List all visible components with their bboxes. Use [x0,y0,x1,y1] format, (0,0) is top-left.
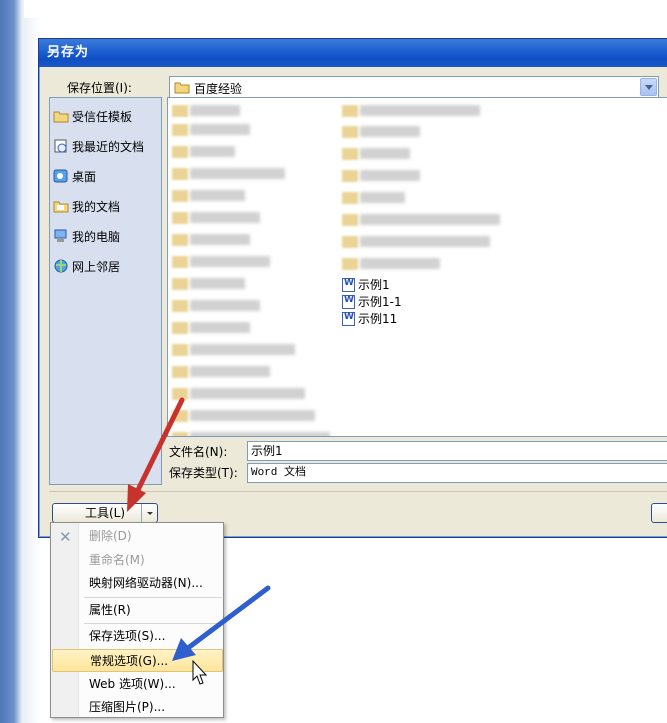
menu-item-properties[interactable]: 属性(R) [52,599,223,622]
word-document-icon [342,311,355,326]
divider [49,491,667,492]
menu-item-compress-pictures[interactable]: 压缩图片(P)... [52,696,223,719]
dialog-title: 另存为 [39,39,667,67]
location-dropdown-button[interactable] [640,78,657,96]
location-combo[interactable]: 百度经验 [169,76,659,98]
menu-item-web-options[interactable]: Web 选项(W)... [52,673,223,696]
filetype-select[interactable]: Word 文档 [247,463,667,483]
recent-documents-icon [54,139,67,153]
menu-item-general-options[interactable]: 常规选项(G)... [52,649,223,672]
desktop-icon [53,169,68,183]
file-item[interactable]: 示例1-1 [342,293,402,310]
location-value: 百度经验 [194,82,243,96]
file-item[interactable]: 示例11 [342,310,397,327]
place-trusted-templates[interactable]: 受信任模板 [53,104,132,128]
word-document-icon [342,277,355,292]
filename-input[interactable]: 示例1 [247,441,667,461]
save-as-dialog: 另存为 保存位置(I): 百度经验 受信任模板 我最近的文档 桌面 我的文档 我… [38,38,667,538]
place-recent-documents[interactable]: 我最近的文档 [53,134,144,158]
filename-label: 文件名(N): [169,445,228,459]
folder-icon [53,111,69,123]
save-button[interactable] [651,503,667,523]
menu-item-rename[interactable]: 重命名(M) [52,549,223,572]
menu-separator [84,623,222,624]
tools-button[interactable]: 工具(L) [52,503,158,523]
background-window-edge [24,0,667,18]
menu-separator [84,597,222,598]
menu-item-map-network-drive[interactable]: 映射网络驱动器(N)... [52,572,223,595]
word-document-icon [342,294,355,309]
my-computer-icon [54,229,67,242]
my-documents-icon [53,201,69,213]
chevron-down-icon[interactable] [141,504,157,522]
place-my-documents[interactable]: 我的文档 [53,194,120,218]
place-my-computer[interactable]: 我的电脑 [53,224,120,248]
location-label: 保存位置(I): [67,81,132,95]
network-places-icon [54,259,68,273]
tools-menu: ✕ 删除(D) 重命名(M) 映射网络驱动器(N)... 属性(R) 保存选项(… [50,522,224,718]
place-desktop[interactable]: 桌面 [53,164,96,188]
menu-item-save-options[interactable]: 保存选项(S)... [52,625,223,648]
folder-icon [174,82,190,94]
file-list[interactable]: 示例1 示例1-1 示例11 [167,97,667,437]
places-bar: 受信任模板 我最近的文档 桌面 我的文档 我的电脑 网上邻居 [49,97,162,485]
place-network[interactable]: 网上邻居 [53,254,120,278]
menu-item-delete[interactable]: 删除(D) [52,525,223,548]
filetype-label: 保存类型(T): [169,466,238,480]
file-item[interactable]: 示例1 [342,276,390,293]
